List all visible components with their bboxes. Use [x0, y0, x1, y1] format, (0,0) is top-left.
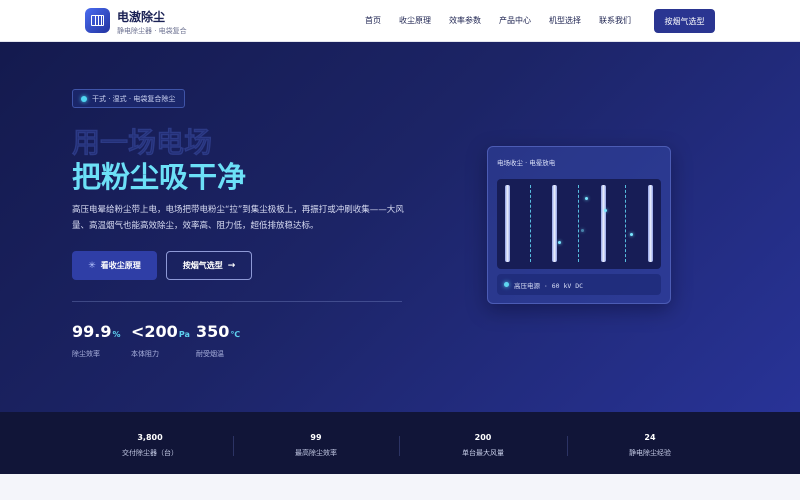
stat-unit: %	[112, 330, 121, 339]
collector-plate	[552, 185, 557, 262]
dust-particle	[604, 209, 607, 212]
dust-particle	[585, 197, 588, 200]
nav-item-products[interactable]: 产品中心	[499, 15, 531, 26]
hero-divider	[72, 301, 402, 302]
hero-section: 干式 · 湿式 · 电袋复合除尘 用一场电场 把粉尘吸干净 高压电晕给粉尘带上电…	[0, 42, 800, 412]
band-stat-value: 200	[474, 433, 492, 442]
stat-value: 350	[196, 322, 230, 341]
band-stat-experience: 24 静电除尘经验	[567, 412, 733, 474]
nav-item-model-selection[interactable]: 机型选择	[549, 15, 581, 26]
band-stat-label: 交付除尘器（台）	[122, 449, 178, 457]
stat-temperature: 350℃ 耐受烟温	[196, 322, 241, 358]
stat-label: 除尘效率	[72, 350, 100, 358]
status-dot-icon	[504, 282, 509, 287]
hero-headline-line2: 把粉尘吸干净	[72, 160, 247, 194]
discharge-wire	[530, 185, 531, 262]
band-stat-airflow: 200 单台最大风量	[399, 412, 567, 474]
band-stat-value: 3,800	[137, 433, 163, 442]
brand-name[interactable]: 电滶除尘	[117, 8, 165, 25]
nav-item-contact[interactable]: 联系我们	[599, 15, 631, 26]
hero-badge: 干式 · 湿式 · 电袋复合除尘	[72, 89, 186, 108]
hero-badge-text: 干式 · 湿式 · 电袋复合除尘	[92, 94, 176, 103]
electrode-illustration	[497, 179, 661, 269]
panel-title: 电场收尘 · 电晕放电	[497, 159, 556, 167]
next-section-edge	[0, 474, 800, 500]
electric-field-panel: 电场收尘 · 电晕放电 高压电源 · 60 kV DC	[487, 146, 671, 304]
stat-label: 耐受烟温	[196, 350, 224, 358]
sparkle-icon: ✳	[88, 260, 96, 271]
stat-label: 本体阻力	[131, 350, 159, 358]
dust-particle	[581, 229, 584, 232]
site-header: 电滶除尘 静电除尘器 · 电袋复合 首页 收尘原理 效率参数 产品中心 机型选择…	[0, 0, 800, 42]
stat-efficiency: 99.9% 除尘效率	[72, 322, 121, 358]
stat-resistance: <200Pa 本体阻力	[131, 322, 190, 358]
band-stat-value: 24	[644, 433, 656, 442]
nav-item-parameters[interactable]: 效率参数	[449, 15, 481, 26]
collector-plate	[601, 185, 606, 262]
brand-subtitle: 静电除尘器 · 电袋复合	[117, 27, 187, 35]
header-select-button[interactable]: 按烟气选型	[654, 9, 715, 33]
band-stat-label: 单台最大风量	[462, 449, 504, 457]
band-stat-delivered: 3,800 交付除尘器（台）	[67, 412, 233, 474]
view-principle-label: 看收尘原理	[100, 261, 141, 270]
discharge-wire	[578, 185, 579, 262]
dust-particle	[558, 241, 561, 244]
electrode-grid-icon[interactable]	[85, 8, 110, 33]
dust-particle	[630, 233, 633, 236]
view-principle-button[interactable]: ✳ 看收尘原理	[72, 251, 157, 280]
status-dot-icon	[81, 95, 87, 102]
power-status-text: 高压电源 · 60 kV DC	[514, 281, 584, 290]
hero-description: 高压电晕给粉尘带上电，电场把带电粉尘“拉”到集尘极板上，再振打或冲刷收集——大风…	[72, 205, 404, 231]
nav-item-principle[interactable]: 收尘原理	[399, 15, 431, 26]
power-status: 高压电源 · 60 kV DC	[497, 274, 661, 295]
band-stat-efficiency: 99 最高除尘效率	[233, 412, 399, 474]
stat-unit: Pa	[178, 330, 190, 339]
stat-value: <200	[131, 322, 178, 341]
collector-plate	[648, 185, 653, 262]
arrow-right-icon: →	[227, 260, 236, 271]
select-by-flue-gas-label: 按烟气选型	[182, 261, 223, 270]
stat-unit: ℃	[230, 330, 241, 339]
band-stat-label: 静电除尘经验	[629, 449, 671, 457]
band-stat-value: 99	[310, 433, 322, 442]
collector-plate	[505, 185, 510, 262]
discharge-wire	[625, 185, 626, 262]
nav-item-home[interactable]: 首页	[365, 15, 381, 26]
stats-band: 3,800 交付除尘器（台） 99 最高除尘效率 200 单台最大风量 24 静…	[0, 412, 800, 474]
stat-value: 99.9	[72, 322, 112, 341]
band-stat-label: 最高除尘效率	[295, 449, 337, 457]
select-by-flue-gas-button[interactable]: 按烟气选型 →	[166, 251, 252, 280]
